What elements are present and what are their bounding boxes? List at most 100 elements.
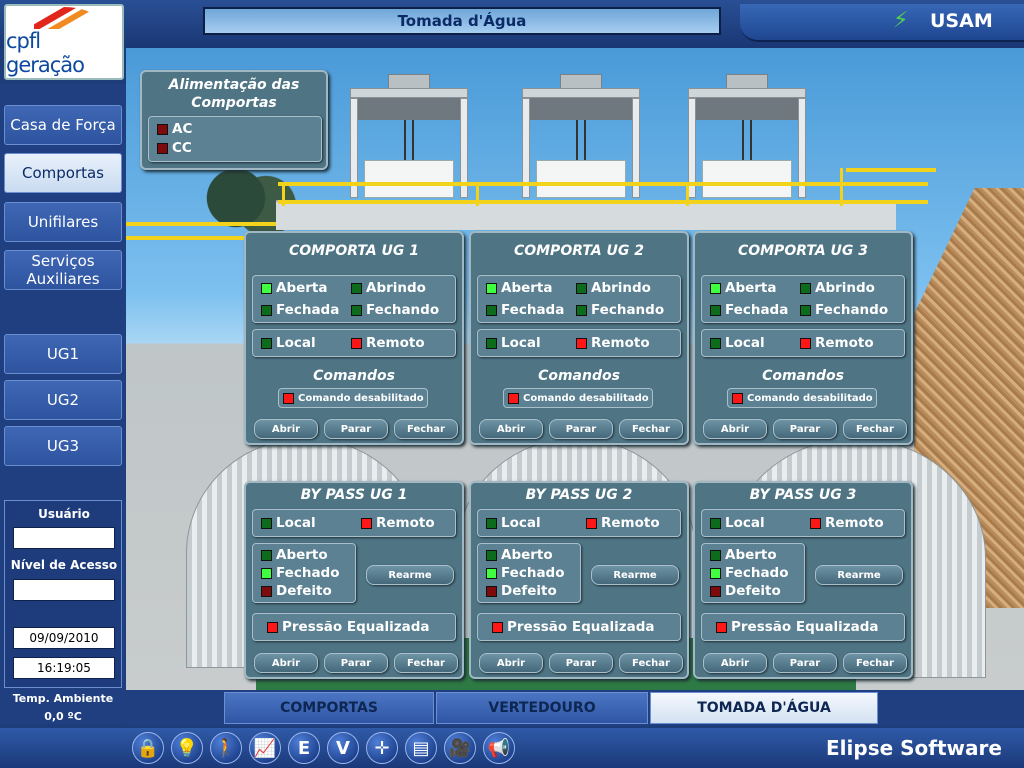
- command-status-ug2: Comando desabilitado: [503, 388, 653, 408]
- pressure-led: [716, 621, 727, 633]
- bypass-open-button-ug2[interactable]: Abrir: [479, 653, 543, 673]
- gate-open-button-ug1[interactable]: Abrir: [254, 419, 318, 439]
- lock-icon[interactable]: 🔒: [132, 732, 164, 764]
- abrindo-led: [351, 282, 362, 294]
- access-level-field[interactable]: [13, 579, 115, 601]
- aberto-led: [261, 549, 272, 561]
- gate-title-ug3: COMPORTA UG 3: [737, 243, 869, 259]
- fechada-led: [261, 304, 272, 316]
- abrindo-led: [576, 282, 587, 294]
- gate-stop-button-ug1[interactable]: Parar: [324, 419, 388, 439]
- bypass-pressure-ug1: Pressão Equalizada: [252, 613, 456, 641]
- user-field[interactable]: [13, 527, 115, 549]
- lightning-icon: ⚡: [893, 8, 909, 33]
- bypass-reset-button-ug1[interactable]: Rearme: [366, 565, 454, 585]
- gate-stop-button-ug2[interactable]: Parar: [549, 419, 613, 439]
- nav-servicos-auxiliares[interactable]: Serviços Auxiliares: [4, 250, 122, 290]
- power-ac: AC: [157, 121, 192, 137]
- tab-tomada-dagua[interactable]: TOMADA D'ÁGUA: [650, 692, 878, 724]
- events-icon[interactable]: E: [288, 732, 320, 764]
- bypass-pressure-ug3: Pressão Equalizada: [701, 613, 905, 641]
- user-label: Usuário: [38, 507, 90, 521]
- gate-close-button-ug2[interactable]: Fechar: [619, 419, 683, 439]
- gate-panel-ug3: COMPORTA UG 3 Aberta Abrindo Fechada Fec…: [693, 231, 913, 445]
- gate-open-button-ug3[interactable]: Abrir: [703, 419, 767, 439]
- bypass-mode-ug1: Local Remoto: [252, 509, 456, 537]
- trend-chart-icon[interactable]: 📈: [249, 732, 281, 764]
- bypass-mode-ug2: Local Remoto: [477, 509, 681, 537]
- bypass-close-button-ug1[interactable]: Fechar: [394, 653, 458, 673]
- nav-ug2[interactable]: UG2: [4, 380, 122, 420]
- abrindo-led: [800, 282, 811, 294]
- nav-unifilares[interactable]: Unifilares: [4, 202, 122, 242]
- gate-close-button-ug1[interactable]: Fechar: [394, 419, 458, 439]
- remoto-led: [810, 517, 821, 529]
- fechada-led: [486, 304, 497, 316]
- aberto-led: [486, 549, 497, 561]
- fechado-led: [486, 567, 497, 579]
- railing: [278, 182, 928, 186]
- gate-power-panel: Alimentação das Comportas AC CC: [140, 70, 328, 170]
- variables-icon[interactable]: V: [327, 732, 359, 764]
- bypass-panel-ug1: BY PASS UG 1 Local Remoto Aberto Fechado…: [244, 481, 464, 679]
- user-panel: Usuário Nível de Acesso 09/09/2010 16:19…: [4, 500, 122, 688]
- gate-mode-ug1: Local Remoto: [252, 329, 456, 357]
- ambient-temp: Temp. Ambiente 0,0 ºC: [0, 690, 126, 726]
- remoto-led: [361, 517, 372, 529]
- tab-vertedouro[interactable]: VERTEDOURO: [436, 692, 648, 724]
- local-led: [486, 517, 497, 529]
- gate-open-button-ug2[interactable]: Abrir: [479, 419, 543, 439]
- company-logo: cpfl geração: [4, 4, 124, 80]
- remoto-led: [351, 337, 362, 349]
- report-icon[interactable]: ▤: [405, 732, 437, 764]
- bypass-open-button-ug1[interactable]: Abrir: [254, 653, 318, 673]
- aberta-led: [710, 282, 721, 294]
- person-walking-icon[interactable]: 🚶: [210, 732, 242, 764]
- commands-label: Comandos: [313, 368, 395, 384]
- nav-ug3[interactable]: UG3: [4, 426, 122, 466]
- bypass-reset-button-ug2[interactable]: Rearme: [591, 565, 679, 585]
- alarm-horn-icon[interactable]: 📢: [483, 732, 515, 764]
- bypass-title-ug3: BY PASS UG 3: [749, 487, 857, 503]
- bypass-close-button-ug2[interactable]: Fechar: [619, 653, 683, 673]
- bypass-position-ug3: Aberto Fechado Defeito: [701, 543, 805, 603]
- bypass-position-ug1: Aberto Fechado Defeito: [252, 543, 356, 603]
- crosshair-icon[interactable]: ✛: [366, 732, 398, 764]
- lightbulb-icon[interactable]: 💡: [171, 732, 203, 764]
- local-led: [486, 337, 497, 349]
- commands-label: Comandos: [762, 368, 844, 384]
- fechado-led: [261, 567, 272, 579]
- bypass-stop-button-ug2[interactable]: Parar: [549, 653, 613, 673]
- bypass-pressure-ug2: Pressão Equalizada: [477, 613, 681, 641]
- bypass-close-button-ug3[interactable]: Fechar: [843, 653, 907, 673]
- bypass-open-button-ug3[interactable]: Abrir: [703, 653, 767, 673]
- pressure-led: [267, 621, 278, 633]
- gate-panel-ug2: COMPORTA UG 2 Aberta Abrindo Fechada Fec…: [469, 231, 689, 445]
- gate-stop-button-ug3[interactable]: Parar: [773, 419, 837, 439]
- time-display: 16:19:05: [13, 657, 115, 679]
- brand-footer: Elipse Software: [826, 736, 1002, 760]
- bypass-stop-button-ug3[interactable]: Parar: [773, 653, 837, 673]
- dam-deck: [276, 200, 896, 230]
- screen-title: Tomada d'Água: [203, 7, 721, 35]
- pressure-led: [492, 621, 503, 633]
- bypass-reset-button-ug3[interactable]: Rearme: [815, 565, 903, 585]
- nav-ug1[interactable]: UG1: [4, 334, 122, 374]
- bypass-position-ug2: Aberto Fechado Defeito: [477, 543, 581, 603]
- gate-position-ug1: Aberta Abrindo Fechada Fechando: [252, 275, 456, 323]
- access-level-label: Nível de Acesso: [10, 558, 118, 572]
- gate-title-ug2: COMPORTA UG 2: [513, 243, 645, 259]
- aberta-led: [486, 282, 497, 294]
- nav-casa-de-forca[interactable]: Casa de Força: [4, 105, 122, 145]
- remoto-led: [800, 337, 811, 349]
- date-display: 09/09/2010: [13, 627, 115, 649]
- bypass-stop-button-ug1[interactable]: Parar: [324, 653, 388, 673]
- gate-close-button-ug3[interactable]: Fechar: [843, 419, 907, 439]
- tab-comportas[interactable]: COMPORTAS: [224, 692, 434, 724]
- camera-icon[interactable]: 🎥: [444, 732, 476, 764]
- flame-icon: [34, 7, 94, 29]
- cc-led: [157, 142, 168, 154]
- ac-led: [157, 123, 168, 135]
- temp-value: 0,0 ºC: [44, 710, 82, 723]
- nav-comportas[interactable]: Comportas: [4, 153, 122, 193]
